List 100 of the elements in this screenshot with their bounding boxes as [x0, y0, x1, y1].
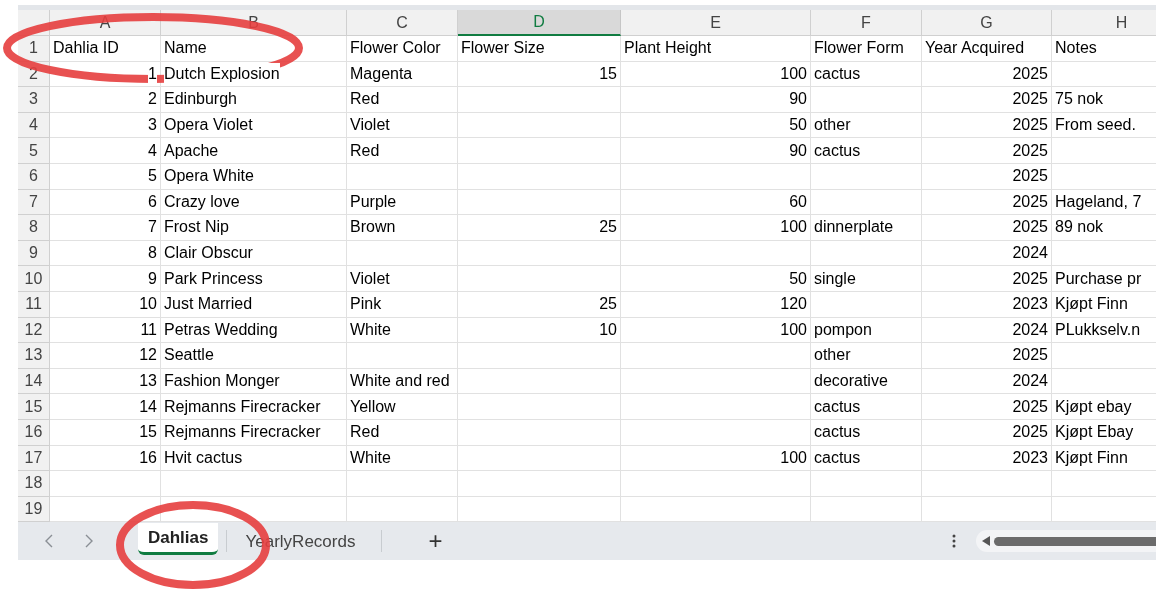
table-cell: single [811, 266, 922, 292]
table-cell: cactus [811, 61, 922, 88]
column-header[interactable]: C [347, 10, 458, 36]
row-header[interactable]: 6 [18, 163, 50, 190]
table-cell: 16 [50, 445, 161, 472]
row-header[interactable]: 8 [18, 215, 50, 241]
table-cell: White and red [347, 368, 458, 395]
table-cell: 14 [50, 394, 161, 420]
table-cell: 2025 [922, 112, 1052, 139]
table-cell: Purple [347, 189, 458, 216]
table-cell: Red [347, 87, 458, 113]
next-sheet-icon[interactable] [84, 534, 94, 549]
table-cell: cactus [811, 138, 922, 164]
table-cell: 15 [50, 419, 161, 446]
table-cell: 15 [458, 61, 621, 88]
table-cell: 2025 [922, 138, 1052, 164]
table-cell: 7 [50, 215, 161, 241]
table-cell: Violet [347, 266, 458, 292]
more-options-icon[interactable] [952, 534, 956, 549]
row-header[interactable]: 10 [18, 266, 50, 292]
scroll-left-icon[interactable] [982, 536, 990, 547]
row-header[interactable]: 18 [18, 471, 50, 497]
table-cell: 2025 [922, 87, 1052, 113]
table-cell: 2025 [922, 266, 1052, 292]
column-title-cell: Flower Size [458, 36, 621, 62]
horizontal-scrollbar[interactable] [976, 530, 1156, 553]
table-cell: 2025 [922, 61, 1052, 88]
table-cell: Petras Wedding [161, 317, 347, 344]
table-cell: 3 [50, 112, 161, 139]
table-cell: 90 [621, 138, 811, 164]
table-cell: 11 [50, 317, 161, 344]
sheet-tab[interactable]: Dahlias [138, 523, 219, 556]
table-cell: 2024 [922, 368, 1052, 395]
table-cell: 50 [621, 266, 811, 292]
table-cell: Seattle [161, 343, 347, 369]
column-title-cell: Name [161, 36, 347, 62]
table-cell: cactus [811, 419, 922, 446]
table-cell: 50 [621, 112, 811, 139]
table-cell: 2025 [922, 419, 1052, 446]
table-cell: pompon [811, 317, 922, 344]
add-sheet-button[interactable]: + [424, 529, 447, 554]
table-cell: Magenta [347, 61, 458, 88]
table-cell: 6 [50, 189, 161, 216]
row-header[interactable]: 16 [18, 419, 50, 446]
table-cell: 2025 [922, 215, 1052, 241]
column-title-cell: Notes [1052, 36, 1156, 62]
table-cell: 2024 [922, 317, 1052, 344]
table-cell: Yellow [347, 394, 458, 420]
table-cell: White [347, 445, 458, 472]
row-header[interactable]: 11 [18, 291, 50, 318]
table-cell: 75 nok [1052, 87, 1156, 113]
table-cell: 10 [50, 291, 161, 318]
table-cell: Hvit cactus [161, 445, 347, 472]
row-header[interactable]: 17 [18, 445, 50, 472]
table-cell: 9 [50, 266, 161, 292]
row-header[interactable]: 15 [18, 394, 50, 420]
row-header[interactable]: 4 [18, 112, 50, 139]
row-header[interactable]: 14 [18, 368, 50, 395]
table-cell: Dutch Explosion [161, 61, 347, 88]
table-cell: Crazy love [161, 189, 347, 216]
scrollbar-thumb[interactable] [994, 536, 1156, 546]
table-cell: 10 [458, 317, 621, 344]
table-cell: 8 [50, 240, 161, 267]
table-cell: 25 [458, 291, 621, 318]
table-cell: decorative [811, 368, 922, 395]
table-cell: 2025 [922, 394, 1052, 420]
table-cell: 1 [50, 61, 161, 88]
table-cell: cactus [811, 394, 922, 420]
row-header[interactable]: 3 [18, 87, 50, 113]
table-cell: other [811, 112, 922, 139]
column-title-cell: Plant Height [621, 36, 811, 62]
row-header[interactable]: 13 [18, 343, 50, 369]
column-header[interactable]: G [922, 10, 1052, 36]
table-cell: 100 [621, 317, 811, 344]
column-header[interactable]: D [458, 10, 621, 36]
column-header[interactable]: E [621, 10, 811, 36]
row-header[interactable]: 5 [18, 138, 50, 164]
table-cell: 2 [50, 87, 161, 113]
row-header[interactable]: 1 [18, 36, 50, 62]
table-cell: 2025 [922, 189, 1052, 216]
table-cell: Apache [161, 138, 347, 164]
table-cell: Opera White [161, 163, 347, 190]
column-title-cell: Flower Form [811, 36, 922, 62]
previous-sheet-icon[interactable] [44, 534, 54, 549]
row-header[interactable]: 19 [18, 496, 50, 523]
table-cell: Frost Nip [161, 215, 347, 241]
table-cell: White [347, 317, 458, 344]
table-cell: 89 nok [1052, 215, 1156, 241]
table-cell: 100 [621, 215, 811, 241]
table-cell: 100 [621, 61, 811, 88]
column-header[interactable]: F [811, 10, 922, 36]
row-header[interactable]: 9 [18, 240, 50, 267]
table-cell: Pink [347, 291, 458, 318]
table-cell: Park Princess [161, 266, 347, 292]
table-cell: 5 [50, 163, 161, 190]
row-header[interactable]: 7 [18, 189, 50, 216]
table-cell: 13 [50, 368, 161, 395]
table-cell: Edinburgh [161, 87, 347, 113]
table-cell: 2025 [922, 163, 1052, 190]
row-header[interactable]: 12 [18, 317, 50, 344]
